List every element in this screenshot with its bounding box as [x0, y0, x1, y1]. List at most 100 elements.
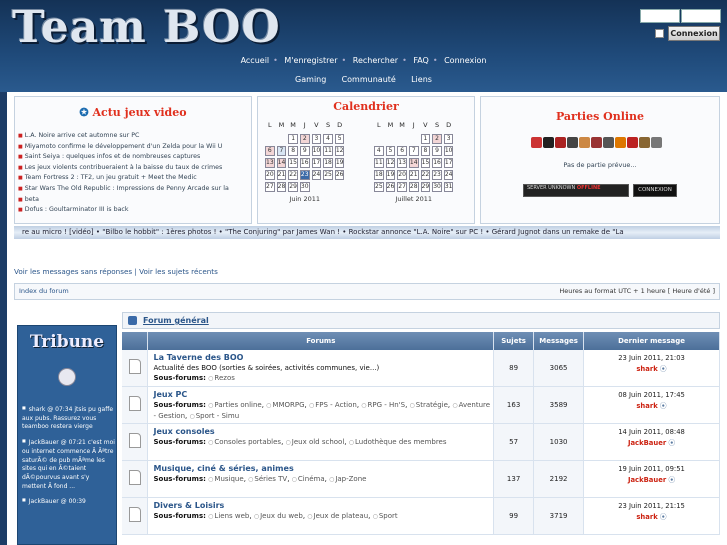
unanswered-link[interactable]: Voir les messages sans réponses [14, 267, 132, 276]
news-item[interactable]: L.A. Noire arrive cet automne sur PC [18, 131, 251, 142]
nav-login[interactable]: Connexion [444, 55, 486, 67]
game-icon[interactable] [567, 137, 578, 148]
game-icon[interactable] [627, 137, 638, 148]
day-cell[interactable]: 20 [397, 170, 407, 180]
day-cell[interactable]: 17 [311, 158, 322, 168]
day-cell[interactable]: 17 [443, 158, 454, 168]
news-item[interactable]: Les jeux violents contribueraient à la b… [18, 163, 251, 174]
day-cell[interactable]: 9 [299, 146, 310, 156]
day-cell[interactable]: 5 [385, 146, 396, 156]
forum-title-link[interactable]: La Taverne des BOO [153, 353, 493, 363]
day-cell[interactable]: 12 [385, 158, 396, 168]
nav-register[interactable]: M'enregistrer [284, 55, 337, 67]
last-post-user[interactable]: shark [584, 512, 719, 523]
nav-search[interactable]: Rechercher [353, 55, 398, 67]
day-cell[interactable]: 16 [432, 158, 442, 168]
day-cell[interactable]: 18 [323, 158, 333, 168]
forum-title-link[interactable]: Jeux PC [153, 390, 493, 400]
subforum-link[interactable]: Jap-Zone [329, 475, 366, 483]
day-cell[interactable]: 12 [334, 146, 345, 156]
forum-title-link[interactable]: Jeux consoles [153, 427, 493, 437]
last-post-user[interactable]: shark [584, 401, 719, 412]
day-cell[interactable]: 19 [334, 158, 345, 168]
subforum-link[interactable]: Sport [373, 512, 398, 520]
day-cell[interactable]: 20 [265, 170, 275, 180]
nav-community[interactable]: Communauté [342, 74, 396, 86]
subforum-link[interactable]: Parties online [208, 401, 262, 409]
day-cell[interactable]: 1 [288, 134, 298, 144]
day-cell[interactable]: 26 [385, 182, 396, 192]
day-cell[interactable]: 22 [288, 170, 298, 180]
subforum-link[interactable]: Stratégie [410, 401, 448, 409]
game-icon[interactable] [651, 137, 662, 148]
day-cell[interactable]: 26 [334, 170, 345, 180]
forum-title-link[interactable]: Musique, ciné & séries, animes [153, 464, 493, 474]
subforum-link[interactable]: FPS - Action [309, 401, 357, 409]
news-item[interactable]: Miyamoto confirme le développement d'un … [18, 142, 251, 153]
day-cell[interactable]: 25 [374, 182, 384, 192]
game-icon[interactable] [615, 137, 626, 148]
day-cell[interactable]: 24 [443, 170, 454, 180]
subforum-link[interactable]: Rezos [208, 374, 235, 382]
day-cell[interactable]: 8 [288, 146, 298, 156]
day-cell[interactable]: 4 [323, 134, 333, 144]
day-cell[interactable]: 15 [288, 158, 298, 168]
game-icon[interactable] [603, 137, 614, 148]
day-cell[interactable]: 6 [265, 146, 275, 156]
news-item[interactable]: Dofus : Goultarminator III is back [18, 205, 251, 216]
day-cell[interactable]: 29 [288, 182, 298, 192]
day-cell[interactable]: 7 [408, 146, 419, 156]
day-cell[interactable]: 14 [276, 158, 287, 168]
subforum-link[interactable]: Séries TV [248, 475, 287, 483]
forum-title-link[interactable]: Divers & Loisirs [153, 501, 493, 511]
subforum-link[interactable]: Musique [208, 475, 244, 483]
subforum-link[interactable]: Jeux old school [286, 438, 345, 446]
subforum-link[interactable]: RPG - Hn'S [361, 401, 405, 409]
password-input[interactable] [681, 9, 721, 23]
last-post-user[interactable]: shark [584, 364, 719, 375]
day-cell[interactable]: 19 [385, 170, 396, 180]
game-icon[interactable] [579, 137, 590, 148]
day-cell[interactable]: 30 [299, 182, 310, 192]
news-item[interactable]: Saint Seiya : quelques infos et de nombr… [18, 152, 251, 163]
game-icon[interactable] [543, 137, 554, 148]
day-cell[interactable]: 5 [334, 134, 345, 144]
day-cell[interactable]: 28 [276, 182, 287, 192]
day-cell[interactable]: 31 [443, 182, 454, 192]
day-cell[interactable]: 10 [311, 146, 322, 156]
last-post-user[interactable]: JackBauer [584, 438, 719, 449]
subforum-link[interactable]: Ludothèque des membres [349, 438, 447, 446]
server-connect-button[interactable]: CONNEXION [633, 184, 677, 197]
day-cell[interactable]: 9 [432, 146, 442, 156]
news-item-cont[interactable]: beta [18, 195, 251, 206]
nav-accueil[interactable]: Accueil [241, 55, 270, 67]
day-cell[interactable]: 23 [432, 170, 442, 180]
nav-faq[interactable]: FAQ [413, 55, 429, 67]
day-cell[interactable]: 27 [397, 182, 407, 192]
subforum-link[interactable]: Jeux de plateau [307, 512, 368, 520]
day-cell[interactable]: 2 [432, 134, 442, 144]
nav-gaming[interactable]: Gaming [295, 74, 326, 86]
day-cell-today[interactable]: 23 [299, 170, 310, 180]
day-cell[interactable]: 10 [443, 146, 454, 156]
subforum-link[interactable]: Consoles portables [208, 438, 281, 446]
day-cell[interactable]: 15 [420, 158, 431, 168]
subforum-link[interactable]: Cinéma [292, 475, 325, 483]
day-cell[interactable]: 7 [276, 146, 287, 156]
day-cell[interactable]: 1 [420, 134, 431, 144]
day-cell[interactable]: 3 [443, 134, 454, 144]
subforum-link[interactable]: Jeux du web [254, 512, 303, 520]
day-cell[interactable]: 3 [311, 134, 322, 144]
nav-links[interactable]: Liens [411, 74, 432, 86]
news-ticker[interactable]: re au micro ! [vidéo] • "Bilbo le hobbit… [14, 226, 720, 239]
day-cell[interactable]: 14 [408, 158, 419, 168]
day-cell[interactable]: 30 [432, 182, 442, 192]
game-icon[interactable] [555, 137, 566, 148]
day-cell[interactable]: 22 [420, 170, 431, 180]
news-item[interactable]: Star Wars The Old Republic : Impressions… [18, 184, 251, 195]
day-cell[interactable]: 11 [374, 158, 384, 168]
category-link[interactable]: Forum général [143, 316, 209, 325]
server-status[interactable]: SERVER UNKNOWN OFFLINE [523, 184, 629, 197]
game-icon[interactable] [531, 137, 542, 148]
day-cell[interactable]: 6 [397, 146, 407, 156]
